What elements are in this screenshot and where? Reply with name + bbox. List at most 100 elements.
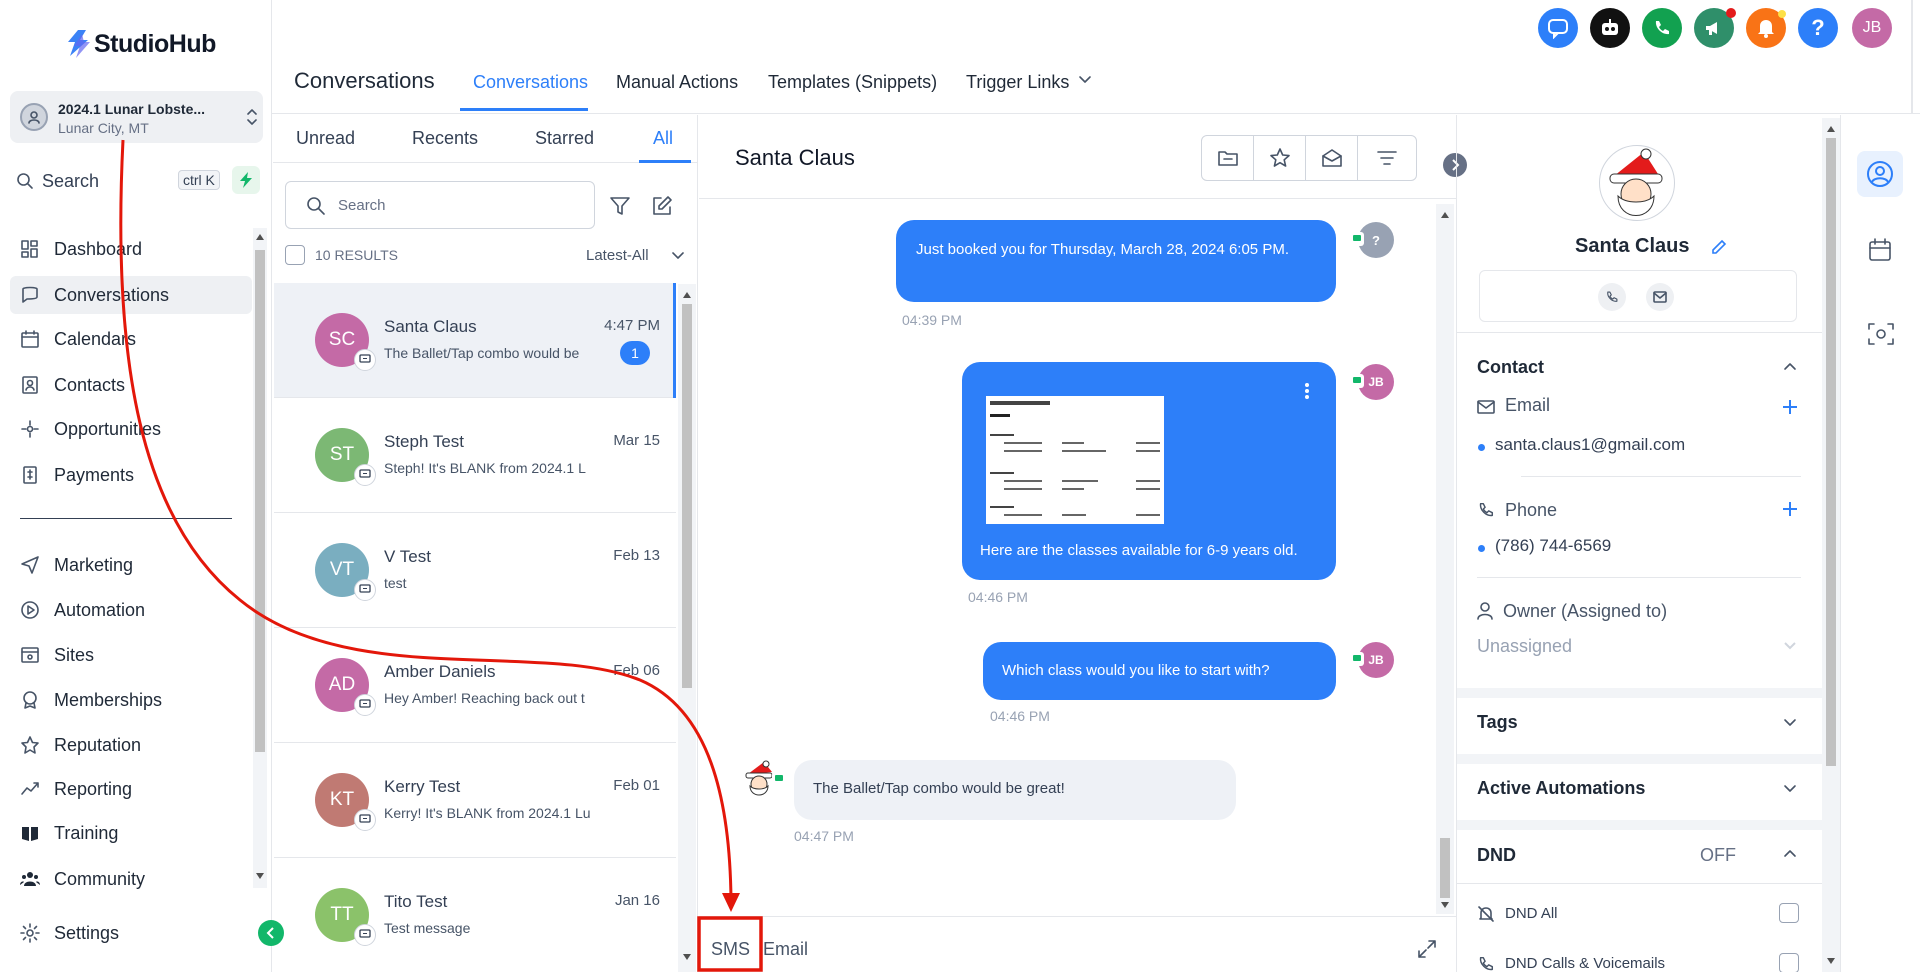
user-avatar[interactable]: JB — [1852, 8, 1892, 48]
owner-select[interactable]: Unassigned — [1477, 636, 1572, 657]
conversation-item[interactable]: ST Steph Test Steph! It's BLANK from 2024.… — [274, 398, 676, 513]
chevron-up-icon[interactable] — [1783, 848, 1797, 858]
phone-button[interactable] — [1642, 8, 1682, 48]
chevron-up-icon[interactable] — [1783, 361, 1797, 371]
conversation-item[interactable]: SC Santa Claus The Ballet/Tap combo would … — [274, 283, 676, 398]
sidebar-item-community[interactable]: Community — [20, 860, 252, 898]
location-switcher[interactable]: 2024.1 Lunar Lobste... Lunar City, MT — [10, 91, 263, 143]
help-button[interactable]: ? — [1798, 8, 1838, 48]
sidebar-item-label: Dashboard — [54, 238, 143, 259]
phone-value[interactable]: (786) 744-6569 — [1495, 536, 1611, 556]
sidebar-item-dashboard[interactable]: Dashboard — [20, 230, 252, 268]
chevron-down-icon[interactable] — [1078, 75, 1092, 85]
sidebar-item-calendars[interactable]: Calendars — [20, 320, 252, 358]
message-bubble-outgoing: Which class would you like to start with… — [983, 642, 1336, 700]
email-contact-button[interactable] — [1646, 283, 1674, 311]
sidebar-item-contacts[interactable]: Contacts — [20, 366, 252, 404]
details-scrollbar[interactable] — [1822, 118, 1840, 972]
studiohub-logo-icon — [68, 30, 90, 58]
scroll-down-icon[interactable] — [256, 873, 264, 879]
add-email-icon[interactable] — [1782, 399, 1798, 415]
tab-conversations[interactable]: Conversations — [473, 72, 588, 93]
dnd-all-checkbox[interactable] — [1779, 903, 1799, 923]
sort-messages-button[interactable] — [1358, 136, 1416, 180]
sidebar-scroll-thumb[interactable] — [255, 250, 265, 752]
chat-widget-button[interactable] — [1538, 8, 1578, 48]
ai-bot-button[interactable] — [1590, 8, 1630, 48]
brand-logo[interactable]: StudioHub — [64, 28, 216, 60]
scroll-down-icon[interactable] — [683, 954, 691, 960]
sidebar-item-reputation[interactable]: Reputation — [20, 726, 252, 764]
sidebar-item-memberships[interactable]: Memberships — [20, 681, 252, 719]
tab-manual-actions[interactable]: Manual Actions — [616, 72, 738, 93]
scroll-up-icon[interactable] — [1441, 212, 1449, 218]
conversation-item[interactable]: VT V Test test Feb 13 — [274, 513, 676, 628]
tab-trigger-links[interactable]: Trigger Links — [966, 72, 1069, 93]
tags-section-title[interactable]: Tags — [1477, 712, 1518, 733]
chevron-down-icon[interactable] — [1783, 641, 1797, 651]
chat-scrollbar[interactable] — [1436, 204, 1454, 914]
folder-button[interactable] — [1202, 136, 1254, 180]
list-scrollbar[interactable] — [678, 284, 696, 972]
star-button[interactable] — [1254, 136, 1306, 180]
chevron-down-icon[interactable] — [1783, 784, 1797, 794]
attached-schedule-image[interactable] — [986, 396, 1164, 524]
sidebar-item-sites[interactable]: Sites — [20, 636, 252, 674]
list-scroll-thumb[interactable] — [682, 304, 692, 688]
select-all-checkbox[interactable] — [285, 245, 305, 265]
channel-tab-sms[interactable]: SMS — [711, 939, 750, 960]
edit-pencil-icon[interactable] — [1711, 239, 1727, 255]
filter-starred[interactable]: Starred — [535, 128, 594, 149]
sidebar-item-marketing[interactable]: Marketing — [20, 546, 252, 584]
message-text: Which class would you like to start with… — [1002, 662, 1270, 679]
scroll-up-icon[interactable] — [1827, 126, 1835, 132]
mark-read-button[interactable] — [1306, 136, 1358, 180]
conversation-item[interactable]: KT Kerry Test Kerry! It's BLANK from 2024.… — [274, 743, 676, 858]
sidebar-item-payments[interactable]: Payments — [20, 456, 252, 494]
contact-details-tab[interactable] — [1857, 151, 1903, 197]
chat-scroll-thumb[interactable] — [1440, 838, 1450, 898]
automations-section-title[interactable]: Active Automations — [1477, 778, 1645, 799]
filter-recents[interactable]: Recents — [412, 128, 478, 149]
sidebar-scrollbar[interactable] — [253, 228, 267, 888]
conversation-item[interactable]: TT Tito Test Test message Jan 16 — [274, 858, 676, 972]
sidebar-item-training[interactable]: Training — [20, 814, 252, 852]
conversation-item[interactable]: AD Amber Daniels Hey Amber! Reaching back … — [274, 628, 676, 743]
quick-action-button[interactable] — [232, 166, 260, 194]
sidebar-item-label: Conversations — [54, 284, 170, 305]
collapse-sidebar-button[interactable] — [258, 920, 284, 946]
add-phone-icon[interactable] — [1782, 501, 1798, 517]
scroll-up-icon[interactable] — [256, 234, 264, 240]
notifications-button[interactable] — [1746, 8, 1786, 48]
filter-unread[interactable]: Unread — [296, 128, 355, 149]
calendar-icon[interactable] — [1867, 237, 1893, 263]
scroll-down-icon[interactable] — [1441, 902, 1449, 908]
details-scroll-thumb[interactable] — [1826, 138, 1836, 766]
chevron-down-icon[interactable] — [671, 251, 685, 261]
sidebar-item-opportunities[interactable]: Opportunities — [20, 410, 252, 448]
chevron-down-icon[interactable] — [1783, 718, 1797, 728]
sidebar-item-reporting[interactable]: Reporting — [20, 770, 252, 808]
expand-icon[interactable] — [1417, 939, 1437, 959]
scroll-up-icon[interactable] — [683, 292, 691, 298]
dnd-section-title[interactable]: DND — [1477, 845, 1516, 866]
channel-tab-email[interactable]: Email — [763, 939, 808, 960]
conversation-search-input[interactable]: Search — [285, 181, 595, 229]
call-contact-button[interactable] — [1598, 283, 1626, 311]
dnd-calls-label: DND Calls & Voicemails — [1505, 955, 1666, 972]
more-vertical-icon[interactable] — [1304, 382, 1310, 400]
sort-select[interactable]: Latest-All — [586, 247, 649, 264]
tab-templates[interactable]: Templates (Snippets) — [768, 72, 937, 93]
email-value[interactable]: santa.claus1@gmail.com — [1495, 435, 1685, 455]
sidebar-item-conversations[interactable]: Conversations — [10, 276, 252, 314]
filter-all[interactable]: All — [653, 128, 673, 149]
global-search[interactable]: Search ctrl K — [10, 164, 222, 198]
scroll-down-icon[interactable] — [1827, 958, 1835, 964]
compose-icon[interactable] — [651, 195, 673, 217]
filter-icon[interactable] — [609, 195, 631, 217]
opportunities-icon[interactable] — [1867, 321, 1895, 347]
announcements-button[interactable] — [1694, 8, 1736, 48]
sidebar-item-automation[interactable]: Automation — [20, 591, 252, 629]
dnd-calls-checkbox[interactable] — [1779, 953, 1799, 972]
sidebar-item-settings[interactable]: Settings — [20, 914, 252, 952]
